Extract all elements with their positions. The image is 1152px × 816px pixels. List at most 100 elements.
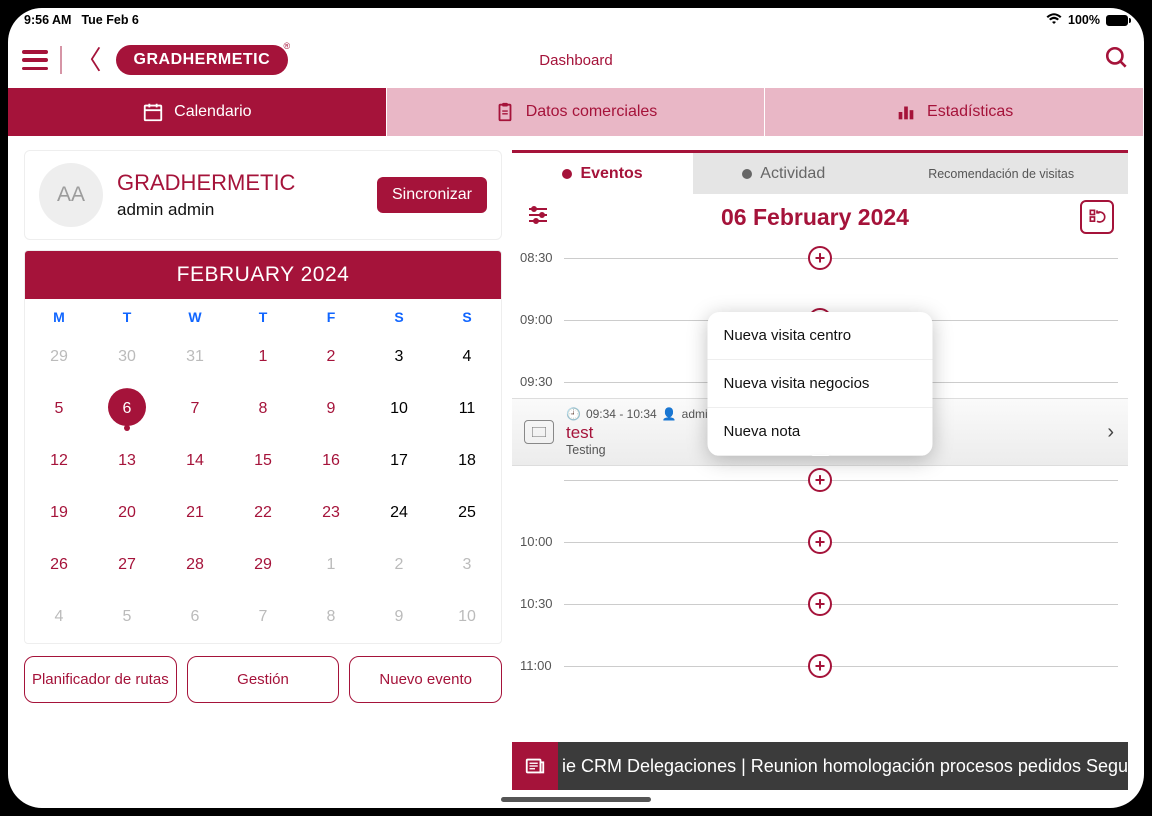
calendar-day[interactable]: 13 [93, 435, 161, 487]
calendar-day[interactable]: 3 [365, 331, 433, 383]
popover-nueva-nota[interactable]: Nueva nota [708, 408, 933, 456]
clock-icon: 🕘 [566, 407, 581, 421]
popover-visita-negocios[interactable]: Nueva visita negocios [708, 360, 933, 408]
calendar-day[interactable]: 23 [297, 487, 365, 539]
day-timeline[interactable]: 11:00+10:30+10:00++09:30+09:00+08:30+ 🕘 … [512, 240, 1128, 790]
top-tabs: Calendario Datos comerciales Estadística… [8, 88, 1144, 136]
calendar-day[interactable]: 12 [25, 435, 93, 487]
chevron-right-icon[interactable]: › [1107, 421, 1114, 444]
popover-arrow-icon [811, 455, 829, 456]
dot-icon [742, 169, 752, 179]
divider [60, 46, 62, 74]
refresh-icon[interactable] [1080, 200, 1114, 234]
calendar-day[interactable]: 9 [297, 383, 365, 435]
tab-datos-label: Datos comerciales [526, 103, 658, 121]
user-name: admin admin [117, 200, 363, 220]
clipboard-icon [494, 101, 516, 123]
calendar-day[interactable]: 22 [229, 487, 297, 539]
calendar-day[interactable]: 5 [25, 383, 93, 435]
calendar-day[interactable]: 27 [93, 539, 161, 591]
calendar-day[interactable]: 15 [229, 435, 297, 487]
calendar-day[interactable]: 4 [433, 331, 501, 383]
calendar-day[interactable]: 7 [229, 591, 297, 643]
time-slot: 10:30+ [512, 604, 1128, 666]
tab-calendario[interactable]: Calendario [8, 88, 387, 136]
time-label: 08:30 [520, 250, 553, 265]
calendar-day[interactable]: 3 [433, 539, 501, 591]
calendar-day[interactable]: 29 [229, 539, 297, 591]
event-time: 09:34 - 10:34 [586, 407, 657, 421]
time-slot: 10:00+ [512, 542, 1128, 604]
calendar-day[interactable]: 8 [229, 383, 297, 435]
calendar-day[interactable]: 20 [93, 487, 161, 539]
calendar-day[interactable]: 10 [433, 591, 501, 643]
calendar-day[interactable]: 17 [365, 435, 433, 487]
profile-card: AA GRADHERMETIC admin admin Sincronizar [24, 150, 502, 240]
tab-stats[interactable]: Estadísticas [765, 88, 1144, 136]
registered-icon: ® [284, 41, 291, 51]
calendar-day[interactable]: 21 [161, 487, 229, 539]
time-slot: 11:00+ [512, 666, 1128, 728]
calendar-day[interactable]: 10 [365, 383, 433, 435]
calendar-day[interactable]: 6 [161, 591, 229, 643]
avatar: AA [39, 163, 103, 227]
calendar-day[interactable]: 30 [93, 331, 161, 383]
news-icon [512, 742, 558, 790]
calendar-day[interactable]: 18 [433, 435, 501, 487]
page-title: Dashboard [539, 52, 612, 69]
calendar-day[interactable]: 31 [161, 331, 229, 383]
calendar-dow: T [93, 299, 161, 331]
filter-icon[interactable] [526, 203, 550, 232]
day-title: 06 February 2024 [560, 204, 1070, 231]
add-event-icon[interactable]: + [808, 246, 832, 270]
inner-tabs: Eventos Actividad Recomendación de visit… [512, 150, 1128, 194]
calendar-day[interactable]: 8 [297, 591, 365, 643]
calendar-day[interactable]: 1 [229, 331, 297, 383]
calendar-day[interactable]: 11 [433, 383, 501, 435]
search-icon[interactable] [1104, 45, 1130, 76]
brand-logo[interactable]: GRADHERMETIC [116, 45, 289, 75]
dot-icon [562, 169, 572, 179]
back-button[interactable]: 〈 [74, 47, 104, 73]
sync-button[interactable]: Sincronizar [377, 177, 487, 213]
menu-icon[interactable] [22, 50, 48, 70]
calendar-day[interactable]: 19 [25, 487, 93, 539]
calendar-day[interactable]: 5 [93, 591, 161, 643]
calendar-day[interactable]: 4 [25, 591, 93, 643]
management-button[interactable]: Gestión [187, 656, 340, 703]
tab-datos[interactable]: Datos comerciales [387, 88, 766, 136]
tab-eventos[interactable]: Eventos [512, 153, 693, 194]
tab-recomendacion[interactable]: Recomendación de visitas [874, 153, 1128, 194]
tab-calendario-label: Calendario [174, 103, 251, 121]
calendar-day[interactable]: 2 [365, 539, 433, 591]
calendar-day[interactable]: 7 [161, 383, 229, 435]
org-name: GRADHERMETIC [117, 170, 363, 196]
popover-visita-centro[interactable]: Nueva visita centro [708, 312, 933, 360]
news-ticker[interactable]: ie CRM Delegaciones | Reunion homologaci… [512, 742, 1128, 790]
new-event-button[interactable]: Nuevo evento [349, 656, 502, 703]
calendar-day[interactable]: 28 [161, 539, 229, 591]
calendar-dow: T [229, 299, 297, 331]
calendar-month-title: FEBRUARY 2024 [25, 251, 501, 299]
tab-actividad[interactable]: Actividad [693, 153, 874, 194]
calendar-day[interactable]: 1 [297, 539, 365, 591]
home-indicator[interactable] [501, 797, 651, 802]
calendar-day[interactable]: 16 [297, 435, 365, 487]
calendar-day[interactable]: 24 [365, 487, 433, 539]
chart-icon [895, 101, 917, 123]
calendar-day[interactable]: 25 [433, 487, 501, 539]
calendar-dow: S [433, 299, 501, 331]
tab-eventos-label: Eventos [580, 165, 642, 183]
calendar-dow: F [297, 299, 365, 331]
calendar-day[interactable]: 29 [25, 331, 93, 383]
calendar-day[interactable]: 26 [25, 539, 93, 591]
calendar-day[interactable]: 6 [93, 383, 161, 435]
app-bar: 〈 GRADHERMETIC ® Dashboard [8, 32, 1144, 88]
route-planner-button[interactable]: Planificador de rutas [24, 656, 177, 703]
calendar-dow: M [25, 299, 93, 331]
calendar-day[interactable]: 14 [161, 435, 229, 487]
calendar-day[interactable]: 9 [365, 591, 433, 643]
calendar-day[interactable]: 2 [297, 331, 365, 383]
time-slot: + [512, 480, 1128, 542]
add-event-icon[interactable]: + [808, 468, 832, 492]
